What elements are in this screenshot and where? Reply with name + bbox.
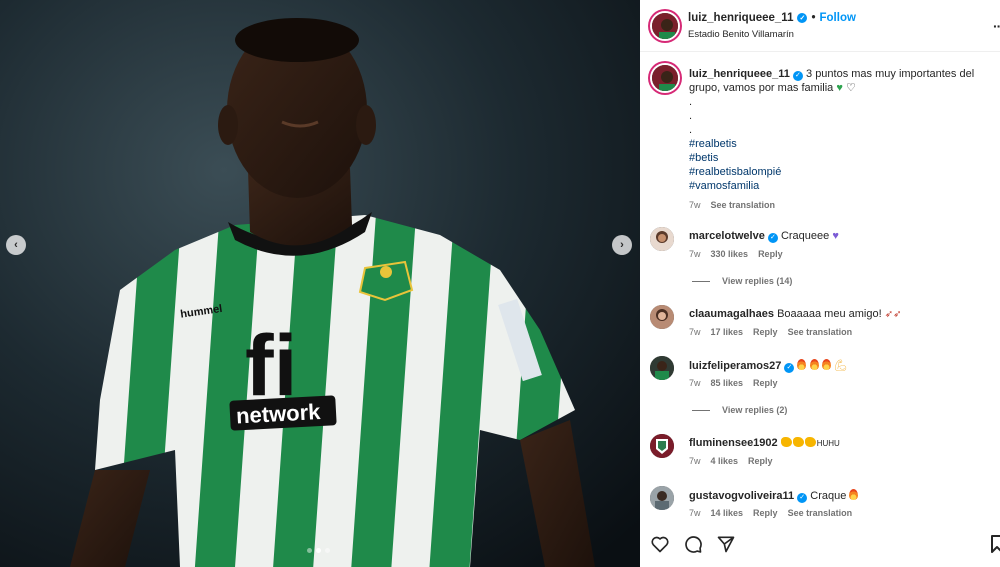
reply-button[interactable]: Reply [753, 378, 778, 388]
comment-username[interactable]: claaumagalhaes [689, 308, 774, 320]
hashtag-link[interactable]: #realbetis [689, 137, 999, 151]
replies-line [692, 409, 710, 411]
verified-badge-icon: ✓ [792, 71, 803, 81]
comment-time[interactable]: 7w [689, 508, 701, 518]
carousel-dot-active [316, 548, 321, 553]
follow-button[interactable]: Follow [820, 12, 856, 24]
caption-dot: . [689, 96, 693, 108]
carousel-indicator [307, 548, 330, 553]
verified-badge-icon: ✓ [797, 13, 808, 23]
caption-username[interactable]: luiz_henriqueee_11 [689, 68, 790, 80]
author-avatar[interactable] [650, 11, 680, 41]
post-location[interactable]: Estadio Benito Villamarín [688, 29, 794, 40]
reply-button[interactable]: Reply [748, 456, 773, 466]
commenter-avatar[interactable] [650, 305, 674, 329]
action-bar [650, 534, 736, 554]
commenter-avatar[interactable] [650, 486, 674, 510]
commenter-avatar[interactable] [650, 434, 674, 458]
comment-username[interactable]: gustavogvoliveira11 [689, 490, 794, 502]
comment-likes[interactable]: 330 likes [711, 249, 749, 259]
comment-username[interactable]: marcelotwelve [689, 230, 765, 242]
white-heart-icon: ♡ [845, 82, 856, 94]
comment-text: Craque [810, 490, 847, 502]
hashtag-link[interactable]: #vamosfamilia [689, 179, 999, 193]
purple-heart-icon: ♥ [832, 230, 839, 242]
clap-icon [780, 437, 792, 447]
commenter-avatar[interactable] [650, 227, 674, 251]
comment-likes[interactable]: 85 likes [711, 378, 744, 388]
post-media[interactable]: fi network hummel ‹ › [0, 0, 640, 567]
verified-badge-icon: ✓ [767, 232, 778, 243]
view-replies-button[interactable]: View replies (2) [692, 405, 787, 415]
post-header: luiz_henriqueee_11 ✓ • Follow Estadio Be… [640, 0, 1000, 52]
fire-icon [821, 359, 831, 370]
share-icon[interactable] [716, 534, 736, 554]
bookmark-icon[interactable] [990, 534, 1000, 554]
replies-line [692, 280, 710, 282]
caption-dot: . [689, 124, 693, 136]
comment-icon[interactable] [683, 534, 703, 554]
caption-dot: . [689, 110, 693, 122]
reply-button[interactable]: Reply [753, 327, 778, 337]
jersey-sponsor-bottom: network [235, 399, 321, 428]
author-avatar[interactable] [650, 63, 680, 93]
clap-icon [804, 437, 816, 447]
comment-time[interactable]: 7w [689, 249, 701, 259]
heart-icon[interactable] [650, 534, 670, 554]
see-translation-link[interactable]: See translation [788, 327, 853, 337]
comment-time[interactable]: 7w [689, 378, 701, 388]
carousel-dot [307, 548, 312, 553]
muscle-icon: 💪︎ [833, 360, 848, 372]
post-sidebar: luiz_henriqueee_11 ✓ • Follow Estadio Be… [640, 0, 1000, 567]
comment-username[interactable]: fluminensee1902 [689, 437, 778, 449]
hashtag-link[interactable]: #realbetisbalompié [689, 165, 999, 179]
comment-text: Craqueee [780, 230, 830, 242]
caption-time[interactable]: 7w [689, 198, 701, 212]
see-translation-link[interactable]: See translation [788, 508, 853, 518]
comment-text: Boaaaaa meu amigo! [777, 308, 882, 320]
hashtag-link[interactable]: #betis [689, 151, 999, 165]
rocket-icon: ➶ [893, 309, 902, 320]
more-icon[interactable]: ··· [993, 18, 1000, 34]
green-heart-icon: ♥ [836, 82, 843, 94]
comment-likes[interactable]: 14 likes [711, 508, 744, 518]
reply-button[interactable]: Reply [753, 508, 778, 518]
reply-button[interactable]: Reply [758, 249, 783, 259]
chevron-left-icon[interactable]: ‹ [6, 235, 26, 255]
comment-likes[interactable]: 17 likes [711, 327, 744, 337]
fire-icon [797, 359, 807, 370]
view-replies-label[interactable]: View replies (2) [722, 405, 787, 415]
verified-badge-icon: ✓ [797, 492, 808, 503]
separator-dot: • [811, 12, 816, 24]
clap-icon [792, 437, 804, 447]
chevron-right-icon[interactable]: › [612, 235, 632, 255]
view-replies-label[interactable]: View replies (14) [722, 276, 792, 286]
comment-likes[interactable]: 4 likes [711, 456, 739, 466]
fire-icon [809, 359, 819, 370]
author-username[interactable]: luiz_henriqueee_11 [688, 12, 793, 24]
fire-icon [849, 489, 859, 500]
comment-username[interactable]: luizfeliperamos27 [689, 360, 781, 372]
verified-badge-icon: ✓ [784, 362, 795, 373]
view-replies-button[interactable]: View replies (14) [692, 276, 792, 286]
carousel-dot [325, 548, 330, 553]
rocket-icon: ➶ [884, 309, 894, 320]
comment-time[interactable]: 7w [689, 456, 701, 466]
comment-time[interactable]: 7w [689, 327, 701, 337]
commenter-avatar[interactable] [650, 356, 674, 380]
see-translation-link[interactable]: See translation [711, 198, 776, 212]
player-photo: fi network hummel [0, 0, 640, 567]
comment-text: HUHU [816, 439, 840, 448]
